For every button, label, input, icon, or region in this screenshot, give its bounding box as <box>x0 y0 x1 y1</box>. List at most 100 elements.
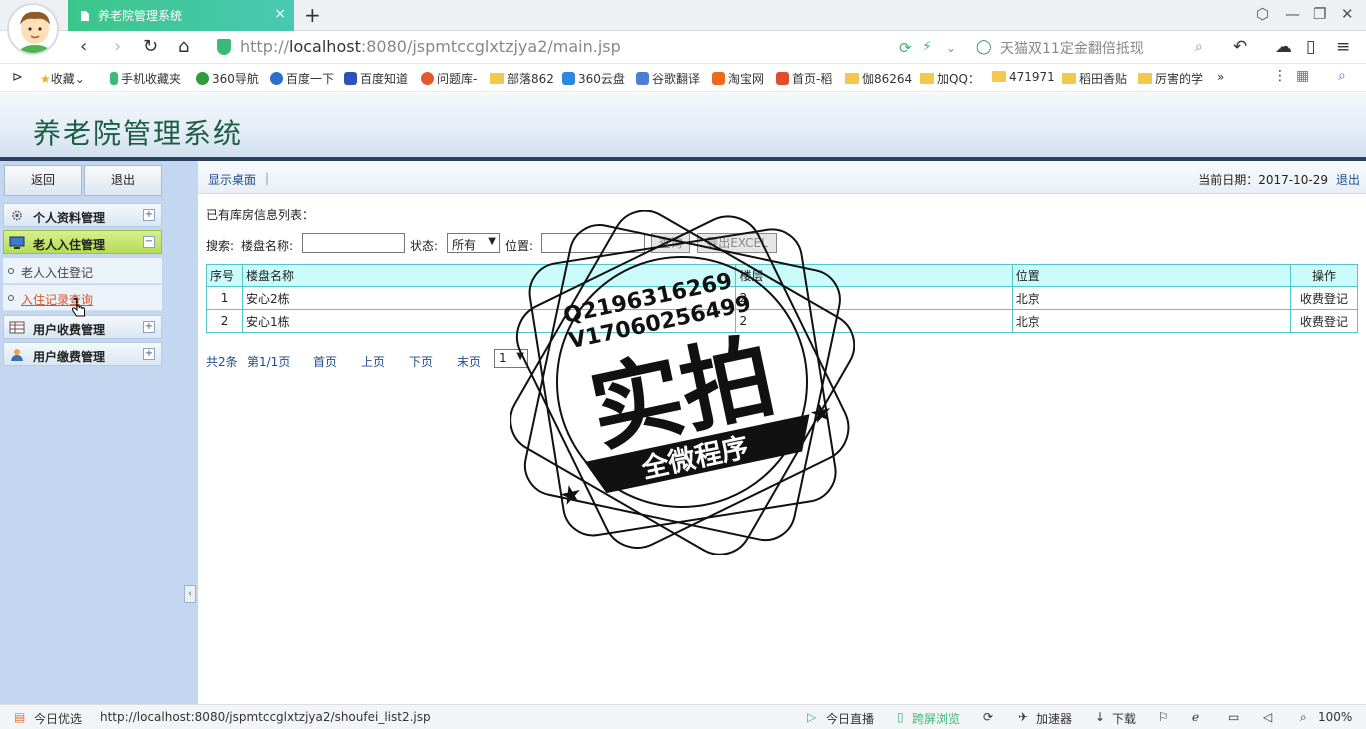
apps-grid-icon[interactable]: ▦ <box>1296 68 1309 84</box>
page-select[interactable]: 1 ▼ <box>494 349 528 368</box>
bullet-icon <box>8 268 14 274</box>
restore-icon[interactable]: ❐ <box>1313 5 1326 23</box>
dropdown-chevron-icon[interactable]: ⌄ <box>946 41 956 55</box>
query-button[interactable]: 查询 <box>651 233 690 253</box>
play-icon: ▷ <box>807 710 817 724</box>
menu-label: 个人资料管理 <box>33 211 106 225</box>
bullet-icon <box>8 295 14 301</box>
compat-mode-icon[interactable]: ⟳ <box>899 39 912 57</box>
more-vertical-icon[interactable]: ⋮ <box>1273 68 1287 84</box>
flag-icon[interactable]: ⚐ <box>1158 710 1169 724</box>
bookmark-item[interactable]: 百度一下 <box>270 70 334 87</box>
last-page-link[interactable]: 末页 <box>457 353 481 370</box>
location-input[interactable] <box>541 233 645 253</box>
ie-icon[interactable]: ℯ <box>1192 710 1199 724</box>
question-bank-icon <box>421 72 434 85</box>
next-page-link[interactable]: 下页 <box>409 353 433 370</box>
prev-page-link[interactable]: 上页 <box>361 353 385 370</box>
status-select-value: 所有 <box>452 238 477 252</box>
bookmark-item[interactable]: 360云盘 <box>562 70 625 87</box>
bookmark-item[interactable]: 稻田香贴 <box>1062 70 1127 87</box>
back-button[interactable]: 返回 <box>4 165 82 196</box>
accelerator-link[interactable]: 加速器 <box>1036 710 1072 727</box>
search-input[interactable]: 天猫双11定金翻倍抵现 <box>1000 38 1144 58</box>
bookmark-item[interactable]: 问题库- <box>421 70 477 87</box>
bookmark-item[interactable]: 伽86264 <box>845 70 912 87</box>
more-bookmarks-icon[interactable]: » <box>1217 70 1224 84</box>
menu-personal-profile[interactable]: 个人资料管理 + <box>3 203 162 227</box>
bookmark-item[interactable]: 部落862 <box>490 70 554 87</box>
reload-icon[interactable]: ↻ <box>143 36 158 57</box>
url-field[interactable]: http://localhost:8080/jspmtccglxtzjya2/m… <box>240 37 621 56</box>
user-avatar[interactable] <box>7 3 59 55</box>
bookmark-item[interactable]: 471971 <box>992 70 1055 84</box>
exit-button[interactable]: 退出 <box>84 165 162 196</box>
bookmarks-bar: ⊳ ★收藏⌄ 手机收藏夹 360导航 百度一下 百度知道 问题库- 部落862 … <box>0 64 1366 92</box>
show-desktop-link[interactable]: 显示桌面 <box>208 171 256 188</box>
cloud-icon[interactable]: ☁ <box>1275 37 1292 57</box>
download-icon: ↓ <box>1095 710 1106 724</box>
records-table: 序号 楼盘名称 楼层 位置 操作 1 安心2栋 2 北京 收费登记 2 安心1栋… <box>205 264 1359 333</box>
menu-checkin-management[interactable]: 老人入住管理 − <box>3 230 162 254</box>
bookmark-item[interactable]: 360导航 <box>196 70 259 87</box>
logout-link[interactable]: 退出 <box>1336 171 1360 188</box>
bookmark-item[interactable]: 手机收藏夹 <box>110 70 181 87</box>
url-host: localhost <box>289 37 361 56</box>
first-page-link[interactable]: 首页 <box>313 353 337 370</box>
fee-register-link[interactable]: 收费登记 <box>1289 286 1359 310</box>
reading-icon[interactable]: ▯ <box>1306 37 1315 57</box>
cell-building: 安心2栋 <box>242 286 737 310</box>
submenu-checkin-register[interactable]: 老人入住登记 <box>3 258 162 284</box>
menu-payment-management[interactable]: 用户缴费管理 + <box>3 342 162 366</box>
back-arrow-icon[interactable]: ‹ <box>80 36 87 57</box>
bookmark-item[interactable]: 百度知道 <box>344 70 408 87</box>
tab-close-icon[interactable]: × <box>274 6 286 22</box>
expand-icon[interactable]: + <box>143 209 155 221</box>
minimize-icon[interactable]: — <box>1285 5 1300 23</box>
bookmark-label: 加QQ： <box>937 72 980 86</box>
bookmark-label: 厉害的学 <box>1155 72 1204 86</box>
menu-label: 用户收费管理 <box>33 323 106 337</box>
download-link[interactable]: 下载 <box>1112 710 1136 727</box>
close-window-icon[interactable]: ✕ <box>1341 5 1354 23</box>
collapse-icon[interactable]: − <box>143 236 155 248</box>
refresh-icon[interactable]: ⟳ <box>983 710 993 724</box>
skin-icon[interactable]: ⬡ <box>1256 5 1269 23</box>
window-icon[interactable]: ▭ <box>1228 710 1239 724</box>
page-indicator: 第1/1页 <box>247 355 291 369</box>
promo-link[interactable]: 今日优选 <box>34 710 82 727</box>
bookmark-item[interactable]: 厉害的学 <box>1138 70 1203 87</box>
sidebar-collapse-button[interactable]: ‹ <box>184 585 196 603</box>
sidebar-toggle-icon[interactable]: ⊳ <box>12 70 23 85</box>
volume-icon[interactable]: ◁ <box>1263 710 1272 724</box>
building-name-input[interactable] <box>302 233 405 253</box>
undo-icon[interactable]: ↶ <box>1233 37 1247 57</box>
lightning-icon[interactable]: ⚡ <box>922 39 932 55</box>
cell-floor: 2 <box>735 286 1013 310</box>
rocket-icon: ✈ <box>1018 710 1029 724</box>
bookmark-item[interactable]: 淘宝网 <box>712 70 764 87</box>
status-select[interactable]: 所有 ▼ <box>447 233 500 253</box>
search-icon[interactable]: ⌕ <box>1195 39 1203 55</box>
zoom-level[interactable]: 100% <box>1318 710 1352 724</box>
home-icon[interactable]: ⌂ <box>178 36 189 57</box>
menu-icon[interactable]: ≡ <box>1336 37 1350 57</box>
expand-icon[interactable]: + <box>143 348 155 360</box>
bookmark-item[interactable]: 谷歌翻译 <box>636 70 700 87</box>
forward-arrow-icon[interactable]: › <box>114 36 121 57</box>
cross-screen-link[interactable]: 跨屏浏览 <box>912 710 960 727</box>
bookmark-item[interactable]: 首页-稻 <box>776 70 832 87</box>
bookmark-favorites[interactable]: ★收藏⌄ <box>40 70 85 87</box>
export-excel-button[interactable]: 导出EXCEL <box>697 233 777 253</box>
expand-icon[interactable]: + <box>143 321 155 333</box>
search-label: 搜索: <box>206 239 235 253</box>
browser-tab[interactable]: 养老院管理系统 × <box>68 0 294 31</box>
location-label: 位置: <box>505 239 534 253</box>
new-tab-button[interactable]: + <box>304 3 321 27</box>
live-link[interactable]: 今日直播 <box>826 710 874 727</box>
search-engine-icon[interactable]: ◯ <box>976 39 992 55</box>
status-label: 状态: <box>410 239 439 253</box>
bookmark-item[interactable]: 加QQ： <box>920 70 980 87</box>
magnifier-icon[interactable]: ⌕ <box>1338 68 1346 84</box>
fee-register-link[interactable]: 收费登记 <box>1289 309 1359 333</box>
